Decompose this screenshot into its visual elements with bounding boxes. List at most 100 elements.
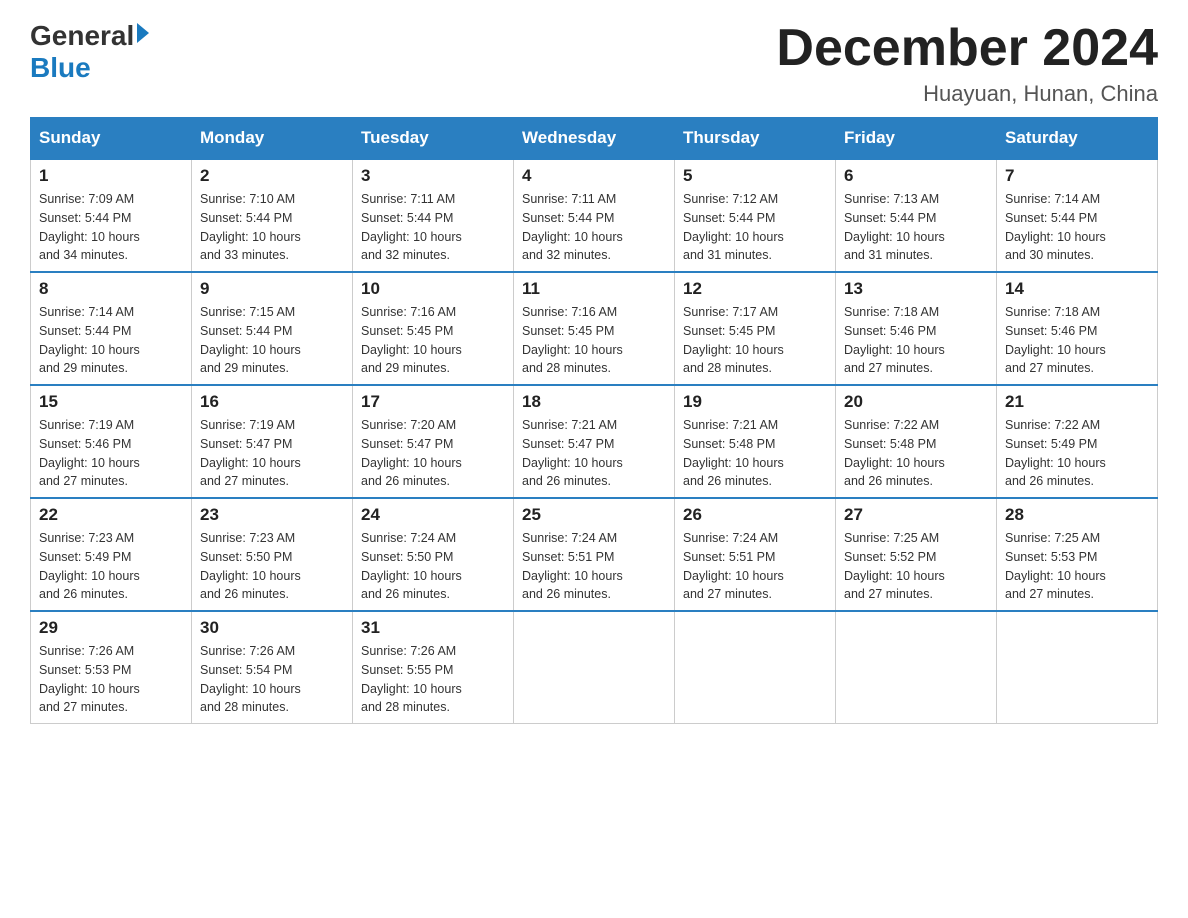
day-number: 2 (200, 166, 344, 186)
logo-general-text: General (30, 20, 134, 52)
calendar-cell: 20 Sunrise: 7:22 AMSunset: 5:48 PMDayligh… (836, 385, 997, 498)
day-number: 20 (844, 392, 988, 412)
week-row-5: 29 Sunrise: 7:26 AMSunset: 5:53 PMDayligh… (31, 611, 1158, 724)
weekday-header-sunday: Sunday (31, 118, 192, 160)
day-info: Sunrise: 7:21 AMSunset: 5:48 PMDaylight:… (683, 416, 827, 491)
week-row-4: 22 Sunrise: 7:23 AMSunset: 5:49 PMDayligh… (31, 498, 1158, 611)
calendar-cell (675, 611, 836, 724)
calendar-cell: 11 Sunrise: 7:16 AMSunset: 5:45 PMDayligh… (514, 272, 675, 385)
calendar-cell: 16 Sunrise: 7:19 AMSunset: 5:47 PMDayligh… (192, 385, 353, 498)
day-info: Sunrise: 7:09 AMSunset: 5:44 PMDaylight:… (39, 190, 183, 265)
day-number: 19 (683, 392, 827, 412)
day-number: 21 (1005, 392, 1149, 412)
month-title: December 2024 (776, 20, 1158, 77)
day-info: Sunrise: 7:19 AMSunset: 5:46 PMDaylight:… (39, 416, 183, 491)
day-info: Sunrise: 7:12 AMSunset: 5:44 PMDaylight:… (683, 190, 827, 265)
calendar-cell (514, 611, 675, 724)
calendar-cell: 26 Sunrise: 7:24 AMSunset: 5:51 PMDayligh… (675, 498, 836, 611)
day-number: 4 (522, 166, 666, 186)
day-number: 14 (1005, 279, 1149, 299)
calendar-cell: 27 Sunrise: 7:25 AMSunset: 5:52 PMDayligh… (836, 498, 997, 611)
day-info: Sunrise: 7:18 AMSunset: 5:46 PMDaylight:… (844, 303, 988, 378)
weekday-header-wednesday: Wednesday (514, 118, 675, 160)
calendar-cell: 25 Sunrise: 7:24 AMSunset: 5:51 PMDayligh… (514, 498, 675, 611)
day-info: Sunrise: 7:21 AMSunset: 5:47 PMDaylight:… (522, 416, 666, 491)
day-info: Sunrise: 7:25 AMSunset: 5:52 PMDaylight:… (844, 529, 988, 604)
day-number: 29 (39, 618, 183, 638)
calendar-cell: 19 Sunrise: 7:21 AMSunset: 5:48 PMDayligh… (675, 385, 836, 498)
day-info: Sunrise: 7:24 AMSunset: 5:51 PMDaylight:… (683, 529, 827, 604)
day-number: 28 (1005, 505, 1149, 525)
day-number: 18 (522, 392, 666, 412)
day-number: 9 (200, 279, 344, 299)
day-info: Sunrise: 7:13 AMSunset: 5:44 PMDaylight:… (844, 190, 988, 265)
day-info: Sunrise: 7:17 AMSunset: 5:45 PMDaylight:… (683, 303, 827, 378)
weekday-header-saturday: Saturday (997, 118, 1158, 160)
calendar-cell: 10 Sunrise: 7:16 AMSunset: 5:45 PMDayligh… (353, 272, 514, 385)
calendar-cell: 31 Sunrise: 7:26 AMSunset: 5:55 PMDayligh… (353, 611, 514, 724)
calendar-cell: 9 Sunrise: 7:15 AMSunset: 5:44 PMDaylight… (192, 272, 353, 385)
day-info: Sunrise: 7:14 AMSunset: 5:44 PMDaylight:… (39, 303, 183, 378)
day-number: 11 (522, 279, 666, 299)
day-info: Sunrise: 7:19 AMSunset: 5:47 PMDaylight:… (200, 416, 344, 491)
day-number: 26 (683, 505, 827, 525)
day-info: Sunrise: 7:26 AMSunset: 5:53 PMDaylight:… (39, 642, 183, 717)
day-info: Sunrise: 7:10 AMSunset: 5:44 PMDaylight:… (200, 190, 344, 265)
weekday-header-monday: Monday (192, 118, 353, 160)
day-number: 10 (361, 279, 505, 299)
header: General Blue December 2024 Huayuan, Huna… (30, 20, 1158, 107)
logo: General Blue (30, 20, 149, 84)
day-info: Sunrise: 7:22 AMSunset: 5:48 PMDaylight:… (844, 416, 988, 491)
day-number: 3 (361, 166, 505, 186)
week-row-1: 1Sunrise: 7:09 AMSunset: 5:44 PMDaylight… (31, 159, 1158, 272)
weekday-header-tuesday: Tuesday (353, 118, 514, 160)
day-info: Sunrise: 7:18 AMSunset: 5:46 PMDaylight:… (1005, 303, 1149, 378)
calendar-cell: 3 Sunrise: 7:11 AMSunset: 5:44 PMDaylight… (353, 159, 514, 272)
week-row-3: 15Sunrise: 7:19 AMSunset: 5:46 PMDayligh… (31, 385, 1158, 498)
day-number: 8 (39, 279, 183, 299)
day-info: Sunrise: 7:16 AMSunset: 5:45 PMDaylight:… (522, 303, 666, 378)
day-number: 27 (844, 505, 988, 525)
day-info: Sunrise: 7:26 AMSunset: 5:55 PMDaylight:… (361, 642, 505, 717)
calendar-cell: 7 Sunrise: 7:14 AMSunset: 5:44 PMDaylight… (997, 159, 1158, 272)
day-info: Sunrise: 7:23 AMSunset: 5:50 PMDaylight:… (200, 529, 344, 604)
location-subtitle: Huayuan, Hunan, China (776, 81, 1158, 107)
day-info: Sunrise: 7:24 AMSunset: 5:50 PMDaylight:… (361, 529, 505, 604)
calendar-cell: 8 Sunrise: 7:14 AMSunset: 5:44 PMDaylight… (31, 272, 192, 385)
calendar-cell: 5Sunrise: 7:12 AMSunset: 5:44 PMDaylight… (675, 159, 836, 272)
logo-triangle-icon (137, 23, 149, 43)
day-info: Sunrise: 7:14 AMSunset: 5:44 PMDaylight:… (1005, 190, 1149, 265)
calendar-cell (836, 611, 997, 724)
day-info: Sunrise: 7:25 AMSunset: 5:53 PMDaylight:… (1005, 529, 1149, 604)
calendar-cell: 17 Sunrise: 7:20 AMSunset: 5:47 PMDayligh… (353, 385, 514, 498)
day-info: Sunrise: 7:20 AMSunset: 5:47 PMDaylight:… (361, 416, 505, 491)
day-info: Sunrise: 7:15 AMSunset: 5:44 PMDaylight:… (200, 303, 344, 378)
day-number: 7 (1005, 166, 1149, 186)
calendar-cell: 1Sunrise: 7:09 AMSunset: 5:44 PMDaylight… (31, 159, 192, 272)
day-info: Sunrise: 7:11 AMSunset: 5:44 PMDaylight:… (361, 190, 505, 265)
day-number: 12 (683, 279, 827, 299)
calendar-cell: 21 Sunrise: 7:22 AMSunset: 5:49 PMDayligh… (997, 385, 1158, 498)
calendar-cell: 29 Sunrise: 7:26 AMSunset: 5:53 PMDayligh… (31, 611, 192, 724)
day-number: 25 (522, 505, 666, 525)
calendar-cell (997, 611, 1158, 724)
calendar-cell: 6Sunrise: 7:13 AMSunset: 5:44 PMDaylight… (836, 159, 997, 272)
day-info: Sunrise: 7:22 AMSunset: 5:49 PMDaylight:… (1005, 416, 1149, 491)
day-info: Sunrise: 7:16 AMSunset: 5:45 PMDaylight:… (361, 303, 505, 378)
week-row-2: 8 Sunrise: 7:14 AMSunset: 5:44 PMDaylight… (31, 272, 1158, 385)
day-info: Sunrise: 7:11 AMSunset: 5:44 PMDaylight:… (522, 190, 666, 265)
weekday-header-friday: Friday (836, 118, 997, 160)
logo-blue-text: Blue (30, 52, 91, 84)
day-number: 17 (361, 392, 505, 412)
day-number: 24 (361, 505, 505, 525)
day-number: 22 (39, 505, 183, 525)
day-number: 31 (361, 618, 505, 638)
day-number: 16 (200, 392, 344, 412)
calendar-cell: 24 Sunrise: 7:24 AMSunset: 5:50 PMDayligh… (353, 498, 514, 611)
calendar-cell: 30Sunrise: 7:26 AMSunset: 5:54 PMDayligh… (192, 611, 353, 724)
day-info: Sunrise: 7:23 AMSunset: 5:49 PMDaylight:… (39, 529, 183, 604)
calendar-cell: 23Sunrise: 7:23 AMSunset: 5:50 PMDayligh… (192, 498, 353, 611)
day-info: Sunrise: 7:24 AMSunset: 5:51 PMDaylight:… (522, 529, 666, 604)
day-number: 30 (200, 618, 344, 638)
weekday-header-thursday: Thursday (675, 118, 836, 160)
